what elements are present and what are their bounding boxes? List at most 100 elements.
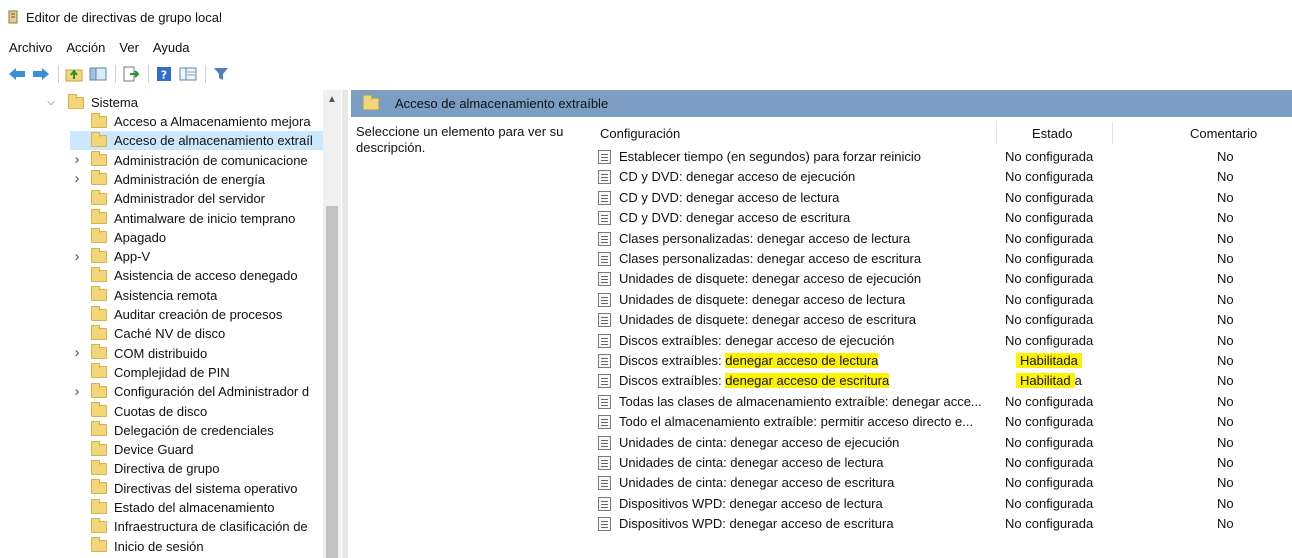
policy-row[interactable]: Dispositivos WPD: denegar acceso de escr… xyxy=(598,514,1292,534)
policy-state-cell: Habilitada xyxy=(1016,353,1082,368)
tree-item[interactable]: Estado del almacenamiento xyxy=(70,498,322,517)
tree-item-label: Asistencia remota xyxy=(114,287,218,303)
policy-row[interactable]: Unidades de disquete: denegar acceso de … xyxy=(598,290,1292,310)
tree-item[interactable]: Delegación de credenciales xyxy=(70,421,322,440)
column-header-comentario[interactable]: Comentario xyxy=(1190,122,1257,144)
policy-row[interactable]: Clases personalizadas: denegar acceso de… xyxy=(598,229,1292,249)
tree-item[interactable]: Caché NV de disco xyxy=(70,324,322,343)
menu-ver[interactable]: Ver xyxy=(119,40,139,55)
tree-item-label: Complejidad de PIN xyxy=(114,364,230,380)
folder-icon xyxy=(91,363,107,379)
tree-item[interactable]: › Administración de energía xyxy=(70,170,322,189)
policy-row[interactable]: Discos extraíbles: denegar acceso de eje… xyxy=(598,331,1292,351)
policy-state-cell: Habilitada xyxy=(1016,373,1082,389)
tree-item[interactable]: Directivas del sistema operativo xyxy=(70,479,322,498)
menu-accion[interactable]: Acción xyxy=(66,40,105,55)
policy-row[interactable]: CD y DVD: denegar acceso de lectura No co… xyxy=(598,188,1292,208)
policy-comment-cell: No xyxy=(1217,373,1234,389)
policy-row[interactable]: Unidades de cinta: denegar acceso de esc… xyxy=(598,473,1292,493)
column-divider[interactable] xyxy=(996,122,997,144)
policy-row[interactable]: Unidades de cinta: denegar acceso de lec… xyxy=(598,453,1292,473)
policy-config-prefix: Discos extraíbles: xyxy=(619,373,726,389)
tree-item[interactable]: Administrador del servidor xyxy=(70,189,322,208)
tree-item[interactable]: Inicio de sesión xyxy=(70,537,322,556)
filter-icon[interactable] xyxy=(210,63,232,85)
policy-row[interactable]: CD y DVD: denegar acceso de ejecución No … xyxy=(598,167,1292,187)
policy-config-cell: Unidades de disquete: denegar acceso de … xyxy=(619,271,922,287)
policy-state-cell: No configurada xyxy=(1005,189,1094,205)
policy-row[interactable]: Dispositivos WPD: denegar acceso de lect… xyxy=(598,494,1292,514)
toolbar-separator xyxy=(148,65,149,83)
policy-row[interactable]: Clases personalizadas: denegar acceso de… xyxy=(598,249,1292,269)
show-hide-tree-icon[interactable] xyxy=(87,63,109,85)
policy-config-cell: CD y DVD: denegar acceso de escritura xyxy=(619,210,851,226)
tree-item[interactable]: › Configuración del Administrador d xyxy=(70,382,322,401)
tree-item[interactable]: Acceso de almacenamiento extraíl xyxy=(70,131,324,151)
tree-item[interactable]: › Administración de comunicacione xyxy=(70,151,322,170)
scroll-up-arrow-icon[interactable]: ▲ xyxy=(323,90,341,108)
tree-item[interactable]: Directiva de grupo xyxy=(70,459,322,478)
column-header-configuracion[interactable]: Configuración xyxy=(600,122,680,144)
policy-state-rest: a xyxy=(1074,373,1082,389)
column-header-estado[interactable]: Estado xyxy=(1032,122,1072,144)
help-icon[interactable]: ? xyxy=(153,63,175,85)
policy-state-cell: No configurada xyxy=(1005,475,1094,491)
export-list-icon[interactable] xyxy=(120,63,142,85)
folder-icon xyxy=(91,459,107,475)
tree-scrollbar[interactable]: ▲ xyxy=(323,90,341,558)
tree-item[interactable]: Apagado xyxy=(70,228,322,247)
pane-splitter[interactable] xyxy=(342,90,348,558)
policy-row[interactable]: Unidades de disquete: denegar acceso de … xyxy=(598,269,1292,289)
policy-row[interactable]: Discos extraíbles: denegar acceso de esc… xyxy=(598,371,1292,391)
policy-state-cell: No configurada xyxy=(1005,332,1094,348)
extended-view-icon[interactable] xyxy=(177,63,199,85)
tree-item[interactable]: › COM distribuido xyxy=(70,344,322,363)
policy-state-cell: No configurada xyxy=(1005,149,1094,164)
forward-arrow-icon[interactable] xyxy=(30,63,52,85)
policy-row[interactable]: Todo el almacenamiento extraíble: permit… xyxy=(598,412,1292,432)
tree-item-sistema[interactable]: ⌵ Sistema xyxy=(46,93,138,112)
description-text: Seleccione un elemento para ver su descr… xyxy=(356,124,564,155)
tree-item[interactable]: Device Guard xyxy=(70,440,322,459)
tree-item[interactable]: Asistencia remota xyxy=(70,286,322,305)
chevron-down-icon[interactable]: ⌵ xyxy=(46,97,56,108)
gpedit-app-icon xyxy=(8,10,18,24)
policy-state-cell: No configurada xyxy=(1005,516,1094,532)
folder-open-icon xyxy=(68,93,84,109)
policy-row[interactable]: Todas las clases de almacenamiento extra… xyxy=(598,392,1292,412)
policy-row[interactable]: Discos extraíbles: denegar acceso de lec… xyxy=(598,351,1292,371)
policy-row[interactable]: Unidades de disquete: denegar acceso de … xyxy=(598,310,1292,330)
folder-icon xyxy=(91,305,107,321)
policy-comment-cell: No xyxy=(1217,291,1234,307)
tree-item[interactable]: Antimalware de inicio temprano xyxy=(70,209,322,228)
column-divider[interactable] xyxy=(1112,122,1113,144)
chevron-right-icon[interactable]: › xyxy=(72,151,82,168)
tree-item[interactable]: Infraestructura de clasificación de xyxy=(70,517,322,536)
scroll-thumb[interactable] xyxy=(326,206,338,558)
tree-item[interactable]: Auditar creación de procesos xyxy=(70,305,322,324)
policy-row[interactable]: Establecer tiempo (en segundos) para for… xyxy=(598,147,1292,167)
policy-state-cell: No configurada xyxy=(1005,169,1094,185)
back-arrow-icon[interactable] xyxy=(6,63,28,85)
tree-item[interactable]: Asistencia de acceso denegado xyxy=(70,266,322,285)
policy-row[interactable]: Unidades de cinta: denegar acceso de eje… xyxy=(598,433,1292,453)
menu-ayuda[interactable]: Ayuda xyxy=(153,40,190,55)
policy-state-cell: No configurada xyxy=(1005,414,1094,430)
up-folder-icon[interactable] xyxy=(63,63,85,85)
tree-item[interactable]: Acceso a Almacenamiento mejora xyxy=(70,112,322,131)
chevron-right-icon[interactable]: › xyxy=(72,248,82,265)
tree-item[interactable]: Complejidad de PIN xyxy=(70,363,322,382)
tree-item[interactable]: Cuotas de disco xyxy=(70,402,322,421)
tree-item[interactable]: › App-V xyxy=(70,247,322,266)
chevron-right-icon[interactable]: › xyxy=(72,170,82,187)
policy-comment-cell: No xyxy=(1217,353,1234,368)
folder-icon xyxy=(91,266,107,282)
policy-setting-icon xyxy=(598,231,611,246)
tree-item-label: Delegación de credenciales xyxy=(114,422,274,438)
chevron-right-icon[interactable]: › xyxy=(72,344,82,361)
menu-archivo[interactable]: Archivo xyxy=(9,40,52,55)
folder-icon xyxy=(91,112,107,128)
chevron-right-icon[interactable]: › xyxy=(72,383,82,400)
policy-comment-cell: No xyxy=(1217,189,1234,205)
policy-row[interactable]: CD y DVD: denegar acceso de escritura No … xyxy=(598,208,1292,228)
